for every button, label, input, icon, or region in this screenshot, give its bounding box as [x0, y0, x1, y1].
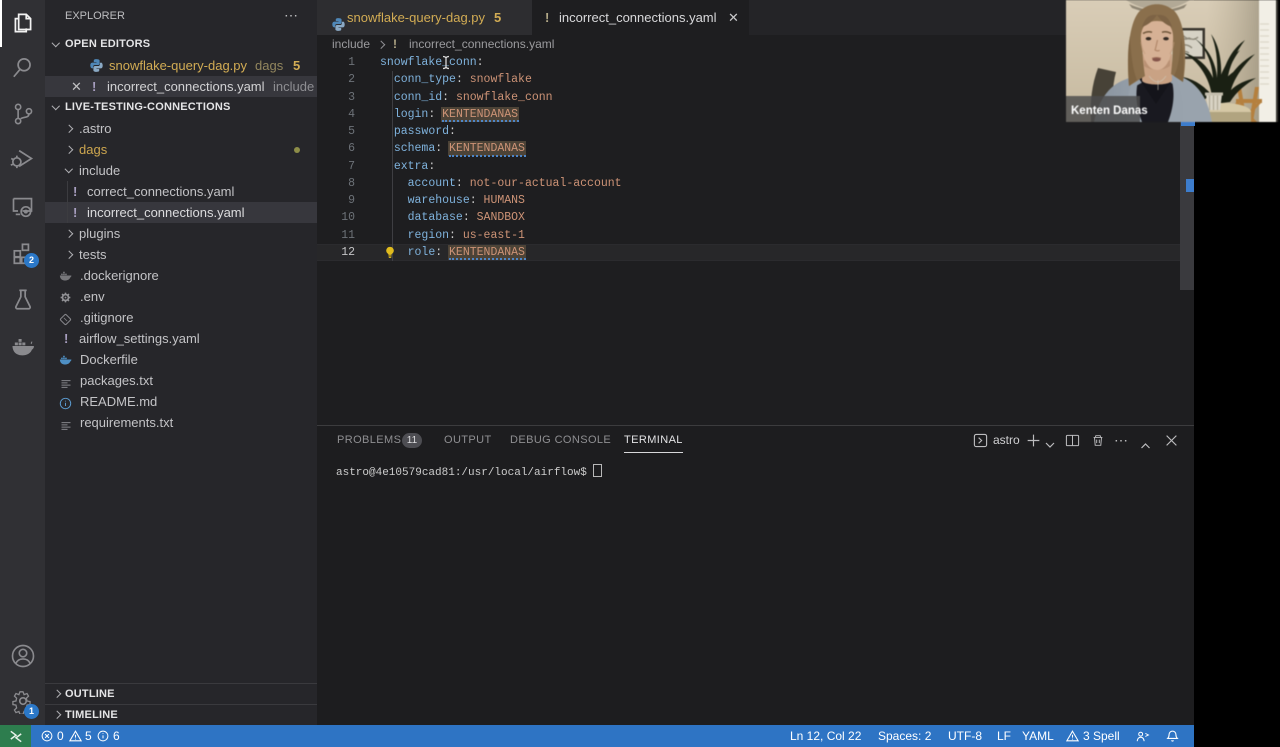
svg-text:Kenten Danas: Kenten Danas — [1071, 105, 1148, 117]
